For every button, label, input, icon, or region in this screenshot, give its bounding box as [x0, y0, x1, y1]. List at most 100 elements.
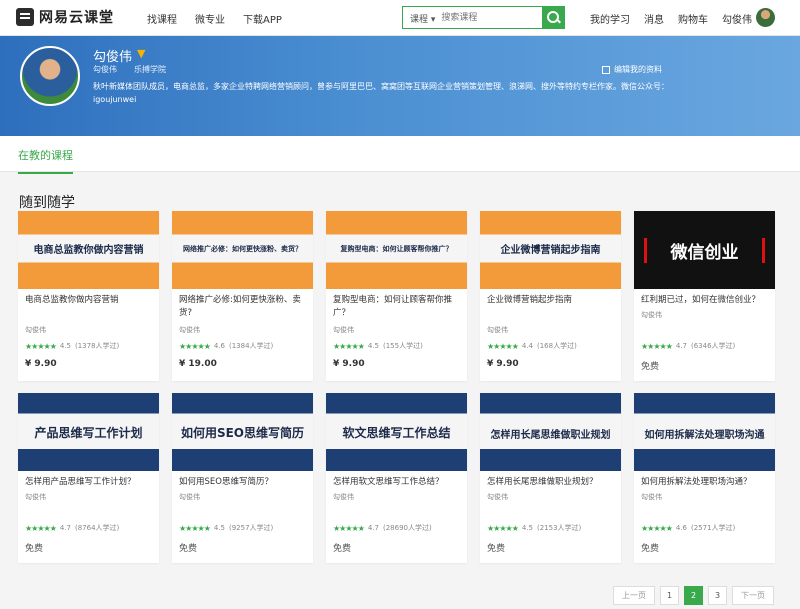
course-card[interactable]: 微信创业 红利期已过，如何在微信创业？ 勾俊伟 ★★★★★ 4.7 (6346人学过… [634, 211, 775, 381]
course-title[interactable]: 如何用拆解法处理职场沟通？ [641, 476, 768, 489]
rating-stars-icon: ★★★★★ [333, 341, 365, 351]
thumbnail-text: 微信创业 [644, 238, 765, 263]
rating-stars-icon: ★★★★★ [333, 523, 365, 533]
course-author: 勾俊伟 [179, 326, 200, 334]
course-card[interactable]: 电商总监教你做内容营销 电商总监教你做内容营销 勾俊伟 ★★★★★ 4.5 (137… [18, 211, 159, 381]
course-author: 勾俊伟 [641, 493, 662, 501]
course-title[interactable]: 复购型电商：如何让顾客帮你推广？ [333, 294, 460, 320]
rating-score: 4.5 [367, 342, 379, 350]
rating-stars-icon: ★★★★★ [179, 523, 211, 533]
course-card[interactable]: 复购型电商：如何让顾客帮你推广？ 复购型电商：如何让顾客帮你推广？ 勾俊伟 ★★… [326, 211, 467, 381]
course-card[interactable]: 产品思维写工作计划 怎样用产品思维写工作计划？ 勾俊伟 ★★★★★ 4.7 (876… [18, 393, 159, 563]
user-avatar[interactable] [756, 8, 775, 27]
course-card[interactable]: 软文思维写工作总结 怎样用软文思维写工作总结？ 勾俊伟 ★★★★★ 4.7 (286… [326, 393, 467, 563]
course-author: 勾俊伟 [333, 326, 354, 334]
course-price: ¥ 9.90 [333, 359, 365, 369]
rating-score: 4.7 [59, 524, 71, 532]
thumbnail-text: 怎样用长尾思维做职业规划 [490, 430, 611, 441]
course-card[interactable]: 企业微博营销起步指南 企业微博营销起步指南 勾俊伟 ★★★★★ 4.4 (168人学… [480, 211, 621, 381]
course-card[interactable]: 如何用SEO思维写简历 如何用SEO思维写简历？ 勾俊伟 ★★★★★ 4.5 (92… [172, 393, 313, 563]
logo-text: 网易云课堂 [39, 10, 114, 26]
main-nav: 找课程 微专业 下载APP [147, 11, 282, 26]
nav-download-app[interactable]: 下载APP [243, 11, 282, 26]
search-box: 课程 ▾ [402, 6, 565, 29]
course-thumbnail: 电商总监教你做内容营销 [18, 211, 159, 289]
page-3-button[interactable]: 3 [708, 586, 727, 605]
course-thumbnail: 微信创业 [634, 211, 775, 289]
thumbnail-text: 如何用拆解法处理职场沟通 [644, 430, 765, 441]
tab-bar: 在教的课程 [0, 136, 800, 174]
rating-stars-icon: ★★★★★ [487, 341, 519, 351]
search-input[interactable] [437, 7, 542, 28]
course-rating: ★★★★★ 4.5 (2153人学过) [487, 523, 581, 533]
nav-find-courses[interactable]: 找课程 [147, 11, 177, 26]
learner-count: (2571人学过) [691, 524, 736, 532]
rating-score: 4.7 [675, 342, 687, 350]
course-price: 免费 [487, 544, 506, 554]
cart-link[interactable]: 购物车 [678, 11, 708, 26]
learner-count: (155人学过) [383, 342, 423, 350]
page-1-button[interactable]: 1 [660, 586, 679, 605]
thumbnail-text: 复购型电商：如何让顾客帮你推广？ [340, 245, 453, 253]
course-author: 勾俊伟 [25, 493, 46, 501]
course-title[interactable]: 电商总监教你做内容营销 [25, 294, 152, 307]
username-link[interactable]: 勾俊伟 [722, 11, 752, 26]
course-card[interactable]: 网络推广必修：如何更快涨粉、卖货？ 网络推广必修:如何更快涨粉、卖货? 勾俊伟 … [172, 211, 313, 381]
section-title: 随到随学 [19, 195, 75, 211]
profile-subname[interactable]: 勾俊伟 [93, 64, 117, 75]
my-learning-link[interactable]: 我的学习 [590, 11, 630, 26]
course-title[interactable]: 红利期已过，如何在微信创业？ [641, 294, 768, 307]
rating-score: 4.4 [521, 342, 533, 350]
course-thumbnail: 如何用拆解法处理职场沟通 [634, 393, 775, 471]
prev-page-button[interactable]: 上一页 [613, 586, 655, 605]
course-title[interactable]: 企业微博营销起步指南 [487, 294, 614, 307]
rating-score: 4.5 [213, 524, 225, 532]
course-price: 免费 [333, 544, 352, 554]
course-price: 免费 [25, 544, 44, 554]
profile-school[interactable]: 乐搏学院 [134, 64, 166, 75]
course-rating: ★★★★★ 4.7 (6346人学过) [641, 341, 735, 351]
rating-score: 4.5 [59, 342, 71, 350]
course-author: 勾俊伟 [179, 493, 200, 501]
rating-stars-icon: ★★★★★ [641, 523, 673, 533]
course-price: 免费 [641, 544, 660, 554]
top-nav-bar: 网易云课堂 找课程 微专业 下载APP 课程 ▾ 我的学习 消息 购物车 勾俊伟 [0, 0, 800, 36]
course-rating: ★★★★★ 4.5 (9257人学过) [179, 523, 273, 533]
course-thumbnail: 产品思维写工作计划 [18, 393, 159, 471]
thumbnail-text: 软文思维写工作总结 [342, 426, 451, 440]
thumbnail-text: 产品思维写工作计划 [34, 426, 143, 440]
course-author: 勾俊伟 [25, 326, 46, 334]
course-thumbnail: 如何用SEO思维写简历 [172, 393, 313, 471]
course-author: 勾俊伟 [333, 493, 354, 501]
course-card[interactable]: 怎样用长尾思维做职业规划 怎样用长尾思维做职业规划？ 勾俊伟 ★★★★★ 4.5 (… [480, 393, 621, 563]
learner-count: (28690人学过) [383, 524, 432, 532]
course-rating: ★★★★★ 4.7 (28690人学过) [333, 523, 432, 533]
edit-profile-link[interactable]: 编辑我的资料 [602, 64, 662, 75]
course-title[interactable]: 网络推广必修:如何更快涨粉、卖货? [179, 294, 306, 320]
course-card[interactable]: 如何用拆解法处理职场沟通 如何用拆解法处理职场沟通？ 勾俊伟 ★★★★★ 4.6 (… [634, 393, 775, 563]
user-links: 我的学习 消息 购物车 勾俊伟 [590, 11, 752, 26]
messages-link[interactable]: 消息 [644, 11, 664, 26]
course-title[interactable]: 怎样用产品思维写工作计划？ [25, 476, 152, 489]
nav-micro-major[interactable]: 微专业 [195, 11, 225, 26]
course-grid: 电商总监教你做内容营销 电商总监教你做内容营销 勾俊伟 ★★★★★ 4.5 (137… [18, 211, 776, 563]
tab-teaching-courses[interactable]: 在教的课程 [18, 147, 73, 174]
course-title[interactable]: 怎样用软文思维写工作总结？ [333, 476, 460, 489]
thumbnail-text: 如何用SEO思维写简历 [180, 426, 305, 440]
course-title[interactable]: 如何用SEO思维写简历？ [179, 476, 306, 489]
edit-icon [602, 65, 610, 74]
course-price: ¥ 9.90 [25, 359, 57, 369]
logo[interactable]: 网易云课堂 [16, 7, 114, 27]
course-price: ¥ 9.90 [487, 359, 519, 369]
next-page-button[interactable]: 下一页 [732, 586, 774, 605]
rating-stars-icon: ★★★★★ [487, 523, 519, 533]
search-category-select[interactable]: 课程 ▾ [403, 7, 437, 28]
course-thumbnail: 软文思维写工作总结 [326, 393, 467, 471]
page-2-button[interactable]: 2 [684, 586, 703, 605]
course-rating: ★★★★★ 4.4 (168人学过) [487, 341, 577, 351]
search-icon[interactable] [542, 7, 564, 28]
learner-count: (1378人学过) [75, 342, 120, 350]
course-author: 勾俊伟 [487, 493, 508, 501]
learner-count: (2153人学过) [537, 524, 582, 532]
course-title[interactable]: 怎样用长尾思维做职业规划？ [487, 476, 614, 489]
